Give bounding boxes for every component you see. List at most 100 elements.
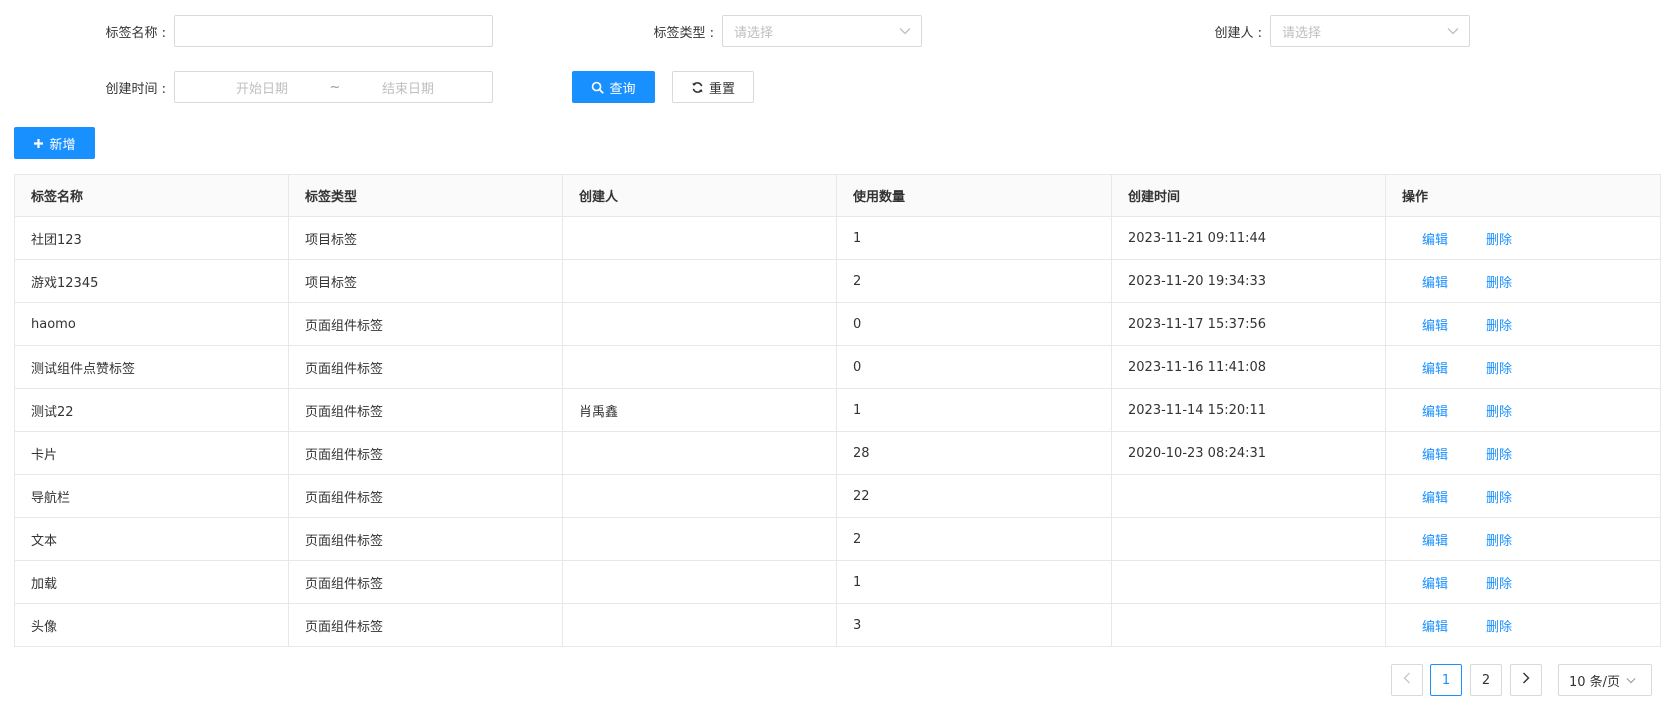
header-actions: 操作 bbox=[1385, 174, 1661, 217]
cell-actions: 编辑 删除 bbox=[1385, 216, 1661, 260]
cell-tag-type: 页面组件标签 bbox=[288, 388, 563, 432]
table-row: 加载 页面组件标签 1 编辑 删除 bbox=[14, 560, 1661, 604]
delete-link[interactable]: 删除 bbox=[1486, 401, 1512, 420]
next-page-button[interactable] bbox=[1510, 664, 1542, 696]
cell-tag-name: 游戏12345 bbox=[14, 259, 289, 303]
cell-tag-name: 测试22 bbox=[14, 388, 289, 432]
add-button-label: 新增 bbox=[49, 137, 76, 153]
table-row: 导航栏 页面组件标签 22 编辑 删除 bbox=[14, 474, 1661, 518]
search-icon bbox=[591, 81, 605, 94]
cell-actions: 编辑 删除 bbox=[1385, 302, 1661, 346]
edit-link[interactable]: 编辑 bbox=[1422, 315, 1448, 334]
delete-link[interactable]: 删除 bbox=[1486, 530, 1512, 549]
create-time-label: 创建时间 : bbox=[105, 81, 166, 97]
cell-creator bbox=[562, 216, 837, 260]
cell-tag-type: 项目标签 bbox=[288, 259, 563, 303]
delete-link[interactable]: 删除 bbox=[1486, 444, 1512, 463]
table-row: 游戏12345 项目标签 2 2023-11-20 19:34:33 编辑 删除 bbox=[14, 259, 1661, 303]
creator-select[interactable]: 请选择 bbox=[1270, 15, 1470, 47]
date-range-separator: ~ bbox=[329, 79, 341, 95]
cell-actions: 编辑 删除 bbox=[1385, 259, 1661, 303]
cell-tag-type: 项目标签 bbox=[288, 216, 563, 260]
cell-tag-type: 页面组件标签 bbox=[288, 474, 563, 518]
delete-link[interactable]: 删除 bbox=[1486, 487, 1512, 506]
delete-link[interactable]: 删除 bbox=[1486, 272, 1512, 291]
table-row: 测试组件点赞标签 页面组件标签 0 2023-11-16 11:41:08 编辑 删除 bbox=[14, 345, 1661, 389]
cell-usage-count: 0 bbox=[836, 345, 1112, 389]
edit-link[interactable]: 编辑 bbox=[1422, 487, 1448, 506]
delete-link[interactable]: 删除 bbox=[1486, 616, 1512, 635]
cell-tag-name: 导航栏 bbox=[14, 474, 289, 518]
cell-tag-name: 卡片 bbox=[14, 431, 289, 475]
cell-tag-type: 页面组件标签 bbox=[288, 302, 563, 346]
tag-name-input[interactable] bbox=[174, 15, 493, 47]
cell-tag-type: 页面组件标签 bbox=[288, 345, 563, 389]
reset-button[interactable]: 重置 bbox=[672, 71, 754, 103]
cell-creator bbox=[562, 345, 837, 389]
delete-link[interactable]: 删除 bbox=[1486, 315, 1512, 334]
filter-tag-type: 标签类型 : 请选择 bbox=[620, 15, 922, 47]
cell-create-time bbox=[1111, 517, 1386, 561]
page-2-button[interactable]: 2 bbox=[1470, 664, 1502, 696]
cell-tag-type: 页面组件标签 bbox=[288, 560, 563, 604]
cell-actions: 编辑 删除 bbox=[1385, 345, 1661, 389]
page-size-select[interactable]: 10 条/页 bbox=[1558, 664, 1652, 696]
cell-create-time: 2020-10-23 08:24:31 bbox=[1111, 431, 1386, 475]
edit-link[interactable]: 编辑 bbox=[1422, 401, 1448, 420]
cell-usage-count: 1 bbox=[836, 388, 1112, 432]
plus-icon bbox=[33, 138, 44, 149]
edit-link[interactable]: 编辑 bbox=[1422, 358, 1448, 377]
prev-page-button[interactable] bbox=[1391, 664, 1423, 696]
cell-usage-count: 22 bbox=[836, 474, 1112, 518]
edit-link[interactable]: 编辑 bbox=[1422, 616, 1448, 635]
tag-table: 标签名称 标签类型 创建人 使用数量 创建时间 操作 社团123 项目标签 1 202… bbox=[14, 174, 1661, 647]
cell-actions: 编辑 删除 bbox=[1385, 388, 1661, 432]
cell-tag-name: haomo bbox=[14, 302, 289, 346]
cell-creator bbox=[562, 302, 837, 346]
cell-create-time: 2023-11-17 15:37:56 bbox=[1111, 302, 1386, 346]
tag-type-select[interactable]: 请选择 bbox=[722, 15, 922, 47]
tag-name-label: 标签名称 : bbox=[105, 25, 166, 41]
cell-create-time bbox=[1111, 560, 1386, 604]
header-create-time: 创建时间 bbox=[1111, 174, 1386, 217]
cell-creator bbox=[562, 474, 837, 518]
date-range-picker[interactable]: 开始日期 ~ 结束日期 bbox=[174, 71, 493, 103]
cell-creator bbox=[562, 431, 837, 475]
delete-link[interactable]: 删除 bbox=[1486, 358, 1512, 377]
cell-actions: 编辑 删除 bbox=[1385, 517, 1661, 561]
cell-usage-count: 2 bbox=[836, 517, 1112, 561]
cell-tag-type: 页面组件标签 bbox=[288, 603, 563, 647]
delete-link[interactable]: 删除 bbox=[1486, 573, 1512, 592]
cell-actions: 编辑 删除 bbox=[1385, 603, 1661, 647]
edit-link[interactable]: 编辑 bbox=[1422, 444, 1448, 463]
cell-tag-name: 测试组件点赞标签 bbox=[14, 345, 289, 389]
header-creator: 创建人 bbox=[562, 174, 837, 217]
table-row: 卡片 页面组件标签 28 2020-10-23 08:24:31 编辑 删除 bbox=[14, 431, 1661, 475]
cell-creator bbox=[562, 259, 837, 303]
header-tag-type: 标签类型 bbox=[288, 174, 563, 217]
query-button[interactable]: 查询 bbox=[572, 71, 655, 103]
add-button[interactable]: 新增 bbox=[14, 127, 95, 159]
delete-link[interactable]: 删除 bbox=[1486, 229, 1512, 248]
cell-tag-type: 页面组件标签 bbox=[288, 517, 563, 561]
filter-create-time: 创建时间 : 开始日期 ~ 结束日期 bbox=[0, 71, 493, 103]
start-date-input[interactable]: 开始日期 bbox=[199, 78, 325, 97]
cell-creator: 肖禹鑫 bbox=[562, 388, 837, 432]
cell-create-time: 2023-11-20 19:34:33 bbox=[1111, 259, 1386, 303]
edit-link[interactable]: 编辑 bbox=[1422, 272, 1448, 291]
edit-link[interactable]: 编辑 bbox=[1422, 573, 1448, 592]
cell-actions: 编辑 删除 bbox=[1385, 560, 1661, 604]
chevron-down-icon bbox=[1626, 677, 1636, 684]
cell-usage-count: 28 bbox=[836, 431, 1112, 475]
cell-usage-count: 1 bbox=[836, 560, 1112, 604]
end-date-input[interactable]: 结束日期 bbox=[345, 78, 471, 97]
page-1-button[interactable]: 1 bbox=[1430, 664, 1462, 696]
header-tag-name: 标签名称 bbox=[14, 174, 289, 217]
edit-link[interactable]: 编辑 bbox=[1422, 530, 1448, 549]
table-row: 头像 页面组件标签 3 编辑 删除 bbox=[14, 603, 1661, 647]
cell-create-time: 2023-11-16 11:41:08 bbox=[1111, 345, 1386, 389]
edit-link[interactable]: 编辑 bbox=[1422, 229, 1448, 248]
chevron-down-icon bbox=[899, 27, 911, 35]
table-row: 测试22 页面组件标签 肖禹鑫 1 2023-11-14 15:20:11 编辑 删除 bbox=[14, 388, 1661, 432]
cell-create-time: 2023-11-14 15:20:11 bbox=[1111, 388, 1386, 432]
